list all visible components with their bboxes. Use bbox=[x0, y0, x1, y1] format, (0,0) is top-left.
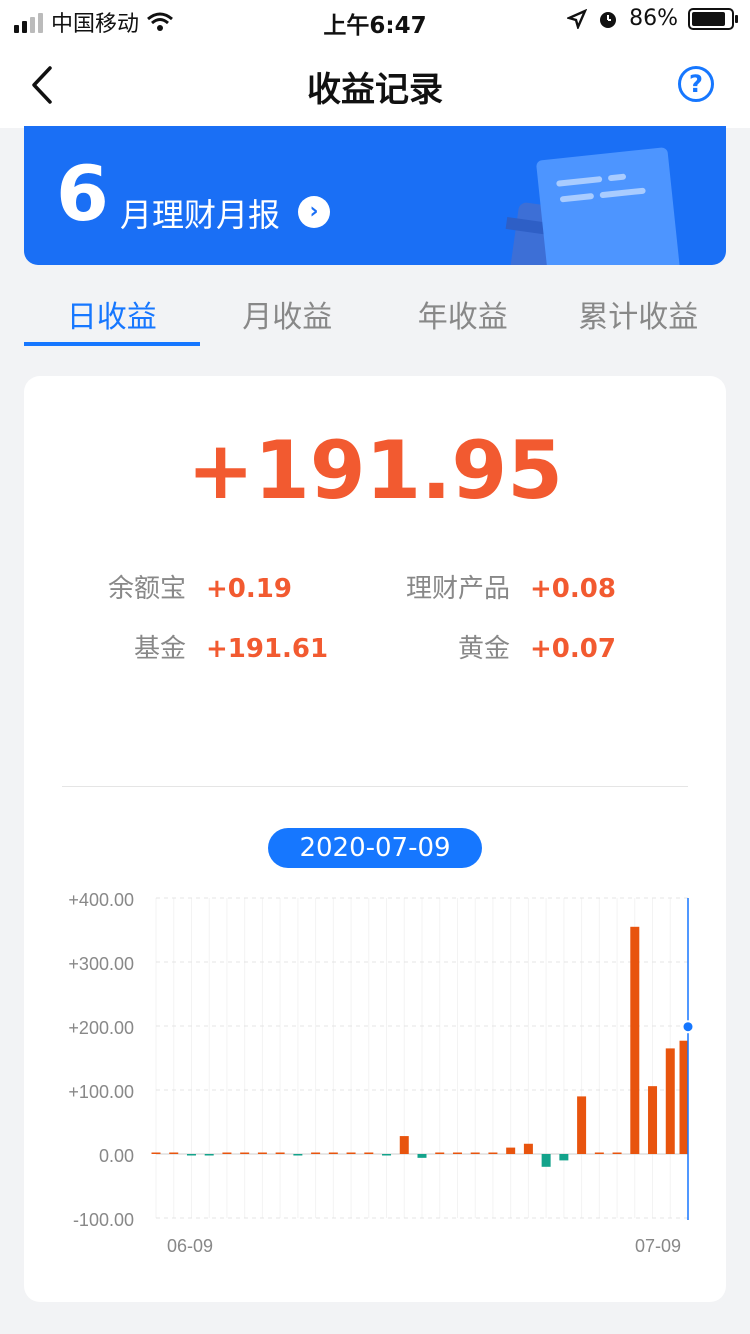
chart-bar bbox=[311, 1152, 321, 1154]
breakdown-label: 基金 bbox=[133, 634, 186, 664]
chart-bar bbox=[435, 1152, 445, 1154]
chart-bar bbox=[257, 1152, 267, 1154]
help-icon[interactable]: ? bbox=[678, 66, 714, 102]
chart-bar bbox=[612, 1152, 622, 1154]
y-axis-tick-label: -100.00 bbox=[73, 1210, 134, 1230]
chart-bar bbox=[470, 1152, 480, 1154]
earnings-tabs: 日收益 月收益 年收益 累计收益 bbox=[24, 282, 726, 352]
chart-bar bbox=[594, 1152, 604, 1154]
breakdown-label: 黄金 bbox=[457, 634, 510, 664]
chart-bar bbox=[417, 1154, 427, 1158]
total-earnings: +191.95 bbox=[187, 424, 563, 517]
y-axis-tick-label: 0.00 bbox=[99, 1146, 134, 1166]
chart-bar bbox=[399, 1136, 409, 1154]
location-icon bbox=[567, 8, 588, 29]
breakdown-item: 基金 +191.61 bbox=[84, 628, 328, 665]
breakdown-value: +0.19 bbox=[206, 574, 292, 604]
chart-bar bbox=[275, 1152, 285, 1154]
chart-bar bbox=[452, 1152, 462, 1154]
y-axis-tick-label: +400.00 bbox=[68, 890, 134, 910]
card-illustration-icon bbox=[505, 147, 682, 265]
divider bbox=[62, 786, 688, 787]
chart-bar bbox=[240, 1152, 250, 1154]
chart-bar bbox=[204, 1154, 214, 1156]
y-axis-tick-label: +200.00 bbox=[68, 1018, 134, 1038]
monthly-report-banner[interactable]: 6 月理财月报 › bbox=[24, 126, 726, 265]
banner-label: 月理财月报 bbox=[120, 196, 281, 234]
chart-bar bbox=[523, 1143, 533, 1154]
chart-bar bbox=[364, 1152, 374, 1154]
chart-bar bbox=[488, 1152, 498, 1154]
chart-bar bbox=[293, 1154, 303, 1156]
chart-bar bbox=[222, 1152, 232, 1154]
chart-bar bbox=[541, 1154, 551, 1167]
chart-bar bbox=[577, 1096, 587, 1154]
chart-bar bbox=[559, 1154, 569, 1161]
y-axis-tick-label: +300.00 bbox=[68, 954, 134, 974]
chart-bar bbox=[346, 1152, 356, 1154]
breakdown-label: 理财产品 bbox=[405, 574, 510, 604]
tab-monthly[interactable]: 月收益 bbox=[200, 282, 376, 352]
chart-bar bbox=[679, 1040, 689, 1154]
banner-month-number: 6 bbox=[56, 149, 109, 238]
breakdown-item: 余额宝 +0.19 bbox=[84, 568, 292, 605]
y-axis-tick-label: +100.00 bbox=[68, 1082, 134, 1102]
chart-bar bbox=[630, 926, 640, 1154]
breakdown-item: 黄金 +0.07 bbox=[364, 628, 616, 665]
chart-bar bbox=[506, 1147, 516, 1154]
nav-bar: 收益记录 ? bbox=[0, 40, 750, 128]
battery-icon bbox=[688, 7, 738, 30]
chart-bar bbox=[186, 1154, 196, 1156]
breakdown-value: +191.61 bbox=[206, 634, 329, 664]
tab-yearly[interactable]: 年收益 bbox=[375, 282, 551, 352]
chart-bar bbox=[665, 1048, 675, 1154]
chart-bar bbox=[169, 1152, 179, 1154]
chart-selection-dot bbox=[681, 1020, 695, 1034]
breakdown-item: 理财产品 +0.08 bbox=[364, 568, 616, 605]
tab-daily[interactable]: 日收益 bbox=[24, 282, 200, 352]
x-axis-tick-label: 06-09 bbox=[167, 1236, 213, 1256]
selected-date-badge: 2020-07-09 bbox=[268, 828, 482, 868]
chart-bar bbox=[382, 1154, 392, 1156]
chart-bar bbox=[151, 1152, 161, 1154]
alarm-icon bbox=[600, 11, 617, 28]
breakdown-label: 余额宝 bbox=[107, 574, 186, 604]
x-axis-tick-label: 07-09 bbox=[635, 1236, 681, 1256]
chart-bar bbox=[648, 1086, 658, 1154]
status-bar: 中国移动 上午6:47 86% bbox=[0, 0, 750, 40]
breakdown-value: +0.08 bbox=[530, 574, 616, 604]
daily-earnings-chart[interactable]: +400.00 +300.00 +200.00 +100.00 0.00 -100.00 0… bbox=[24, 856, 726, 1276]
chart-bar bbox=[328, 1152, 338, 1154]
tab-cumulative[interactable]: 累计收益 bbox=[551, 282, 727, 352]
page-title: 收益记录 bbox=[307, 70, 443, 110]
breakdown-value: +0.07 bbox=[530, 634, 616, 664]
battery-percent: 86% bbox=[629, 6, 678, 31]
chevron-right-icon: › bbox=[298, 196, 330, 228]
earnings-card: +191.95 余额宝 +0.19 理财产品 +0.08 基金 +191.61 黄金 +… bbox=[24, 376, 726, 1302]
